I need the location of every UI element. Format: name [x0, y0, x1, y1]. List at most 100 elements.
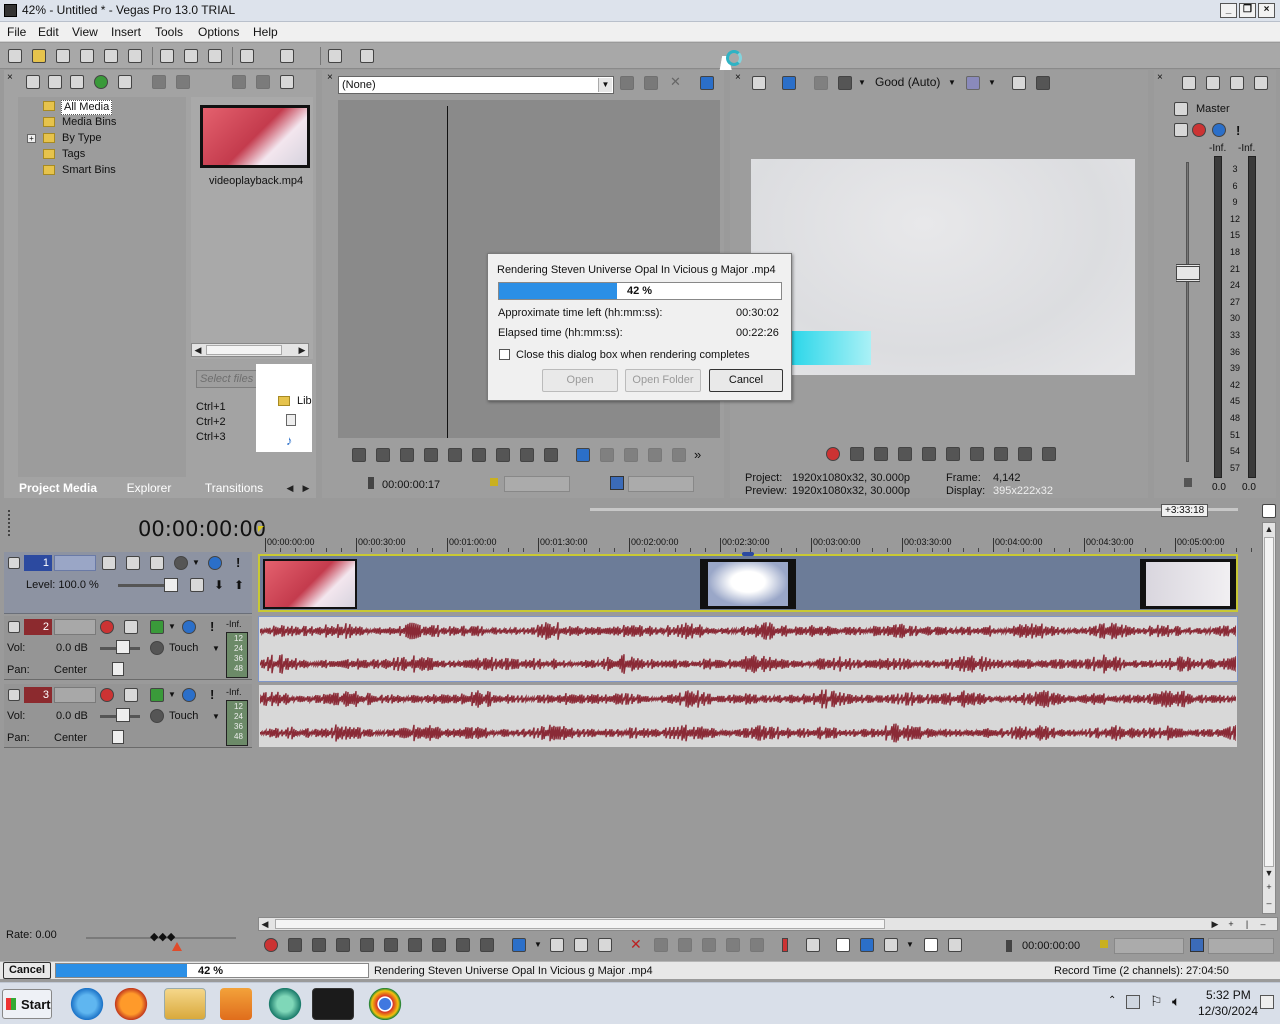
status-cancel-button[interactable]: Cancel [3, 962, 51, 979]
mixer-downmix-icon[interactable] [1230, 76, 1244, 90]
enable-snapping-icon[interactable] [328, 49, 342, 63]
insert-region-icon[interactable] [806, 938, 820, 952]
save-snapshot-icon[interactable] [1036, 76, 1050, 90]
automation-mode-3[interactable]: Touch [169, 710, 198, 723]
menu-view[interactable]: View [72, 25, 98, 39]
parent-mode-icon[interactable] [150, 556, 164, 570]
track-motion-icon[interactable] [126, 556, 140, 570]
envelope-tool-icon[interactable] [550, 938, 564, 952]
tree-smart-bins[interactable]: Smart Bins [62, 164, 116, 177]
preview-loop-icon[interactable] [850, 447, 864, 461]
normal-edit-tool-icon[interactable] [512, 938, 526, 952]
trimmer-add-icon[interactable] [620, 76, 634, 90]
play-preview-icon[interactable] [232, 75, 246, 89]
menu-file[interactable]: File [7, 25, 26, 39]
master-close-icon[interactable]: × [1157, 73, 1163, 83]
selection-tool-icon[interactable] [574, 938, 588, 952]
preview-close-icon[interactable]: × [735, 73, 741, 83]
track-bypass-icon[interactable] [190, 578, 204, 592]
automation-mode-2[interactable]: Touch [169, 642, 198, 655]
audio-mute-icon-3[interactable] [182, 688, 196, 702]
track-collapse-icon[interactable] [8, 557, 20, 569]
tl-play-icon[interactable] [336, 938, 350, 952]
clip-fade-handle-icon[interactable] [742, 552, 754, 556]
next-frame-icon[interactable] [544, 448, 558, 462]
open-button[interactable]: Open [542, 369, 618, 392]
internet-explorer-icon[interactable] [66, 988, 108, 1020]
crossfade-chevron-icon[interactable]: ▼ [906, 940, 914, 949]
split-screen-icon[interactable] [838, 76, 852, 90]
edit-tool-chevron-icon[interactable]: ▼ [534, 940, 542, 949]
tab-scroll-right[interactable]: ▶ [300, 482, 312, 494]
preview-quality[interactable]: Good (Auto) [875, 76, 940, 89]
tl-next-frame-icon[interactable] [480, 938, 494, 952]
properties-icon[interactable] [128, 49, 142, 63]
master-solo-icon[interactable]: ! [1236, 123, 1240, 138]
preview-go-to-start-icon[interactable] [970, 447, 984, 461]
tl-prev-frame-icon[interactable] [456, 938, 470, 952]
vegas-pro-taskbar-icon[interactable] [312, 988, 354, 1020]
timeline-marker-icon[interactable] [1262, 504, 1276, 518]
panel-close-icon[interactable]: × [7, 73, 15, 83]
master-pan-icon[interactable] [1174, 123, 1188, 137]
expand-icon[interactable]: + [27, 134, 36, 143]
composite-mode-icon[interactable] [102, 556, 116, 570]
preview-next-frame-icon[interactable] [1042, 447, 1056, 461]
trim-end-icon[interactable] [624, 448, 638, 462]
master-lock-icon[interactable] [1184, 478, 1192, 487]
tl-out-point-field[interactable] [1208, 938, 1274, 954]
audio-solo-icon-2[interactable]: ! [210, 619, 214, 634]
views-icon[interactable] [280, 75, 294, 89]
preview-properties-icon[interactable] [752, 76, 766, 90]
mixer-properties-icon[interactable] [1182, 76, 1196, 90]
record-icon[interactable] [826, 447, 840, 461]
minimize-button[interactable]: _ [1220, 3, 1237, 18]
media-player-icon[interactable] [220, 988, 252, 1020]
tl-loop-icon[interactable] [288, 938, 302, 952]
audio-mute-icon-2[interactable] [182, 620, 196, 634]
tab-transitions[interactable]: Transitions [199, 479, 269, 497]
zoom-tool-icon[interactable] [598, 938, 612, 952]
video-clip-thumb-2[interactable] [700, 559, 796, 609]
in-point-icon[interactable] [490, 478, 498, 486]
open-icon[interactable] [32, 49, 46, 63]
menu-tools[interactable]: Tools [155, 25, 183, 39]
close-button[interactable]: × [1258, 3, 1275, 18]
audio-collapse-icon-2[interactable] [8, 621, 20, 633]
volume-icon[interactable]: 🔈︎ [1172, 993, 1180, 1010]
flag-icon[interactable]: ⚐ [1150, 993, 1163, 1010]
tl-out-point-icon[interactable] [1190, 938, 1204, 952]
media-fx-icon[interactable] [176, 75, 190, 89]
delete-icon[interactable]: ✕ [630, 936, 642, 953]
tab-explorer[interactable]: Explorer [114, 479, 184, 497]
clock-date[interactable]: 12/30/2024 [1198, 1005, 1258, 1018]
arm-record-icon-2[interactable] [100, 620, 114, 634]
pan-slider-handle-3[interactable] [112, 730, 124, 744]
network-icon[interactable] [1126, 995, 1140, 1009]
tree-by-type[interactable]: By Type [62, 132, 102, 145]
play-from-start-icon[interactable] [376, 448, 390, 462]
in-point-field[interactable] [504, 476, 570, 492]
audio-track-2-name[interactable] [54, 619, 96, 635]
more-icon[interactable]: » [694, 448, 701, 461]
vol-slider-handle-2[interactable] [116, 640, 130, 654]
trim-start-tl-icon[interactable] [678, 938, 692, 952]
trim-end-tl-icon[interactable] [702, 938, 716, 952]
timeline-vertical-scrollbar[interactable]: ▲ ▼ + – [1262, 522, 1276, 914]
rate-slider-handle[interactable]: ◆◆◆ [150, 930, 175, 944]
audio-solo-icon-3[interactable]: ! [210, 687, 214, 702]
audio-fx-chevron-3[interactable]: ▼ [168, 690, 176, 699]
automation-chevron-2[interactable]: ▼ [212, 644, 220, 653]
automation-icon-3[interactable] [150, 709, 164, 723]
audio-fx-icon-3[interactable] [150, 688, 164, 702]
trimmer-close-icon[interactable]: × [327, 73, 333, 83]
vol-slider-handle-3[interactable] [116, 708, 130, 722]
new-icon[interactable] [8, 49, 22, 63]
crossfade-icon[interactable] [884, 938, 898, 952]
split-icon[interactable] [726, 938, 740, 952]
trim-start-icon[interactable] [600, 448, 614, 462]
out-point-icon[interactable] [610, 476, 624, 490]
insert-marker-icon[interactable] [782, 938, 788, 952]
invert-phase-icon-3[interactable] [124, 688, 138, 702]
event-pan-icon[interactable] [948, 938, 962, 952]
